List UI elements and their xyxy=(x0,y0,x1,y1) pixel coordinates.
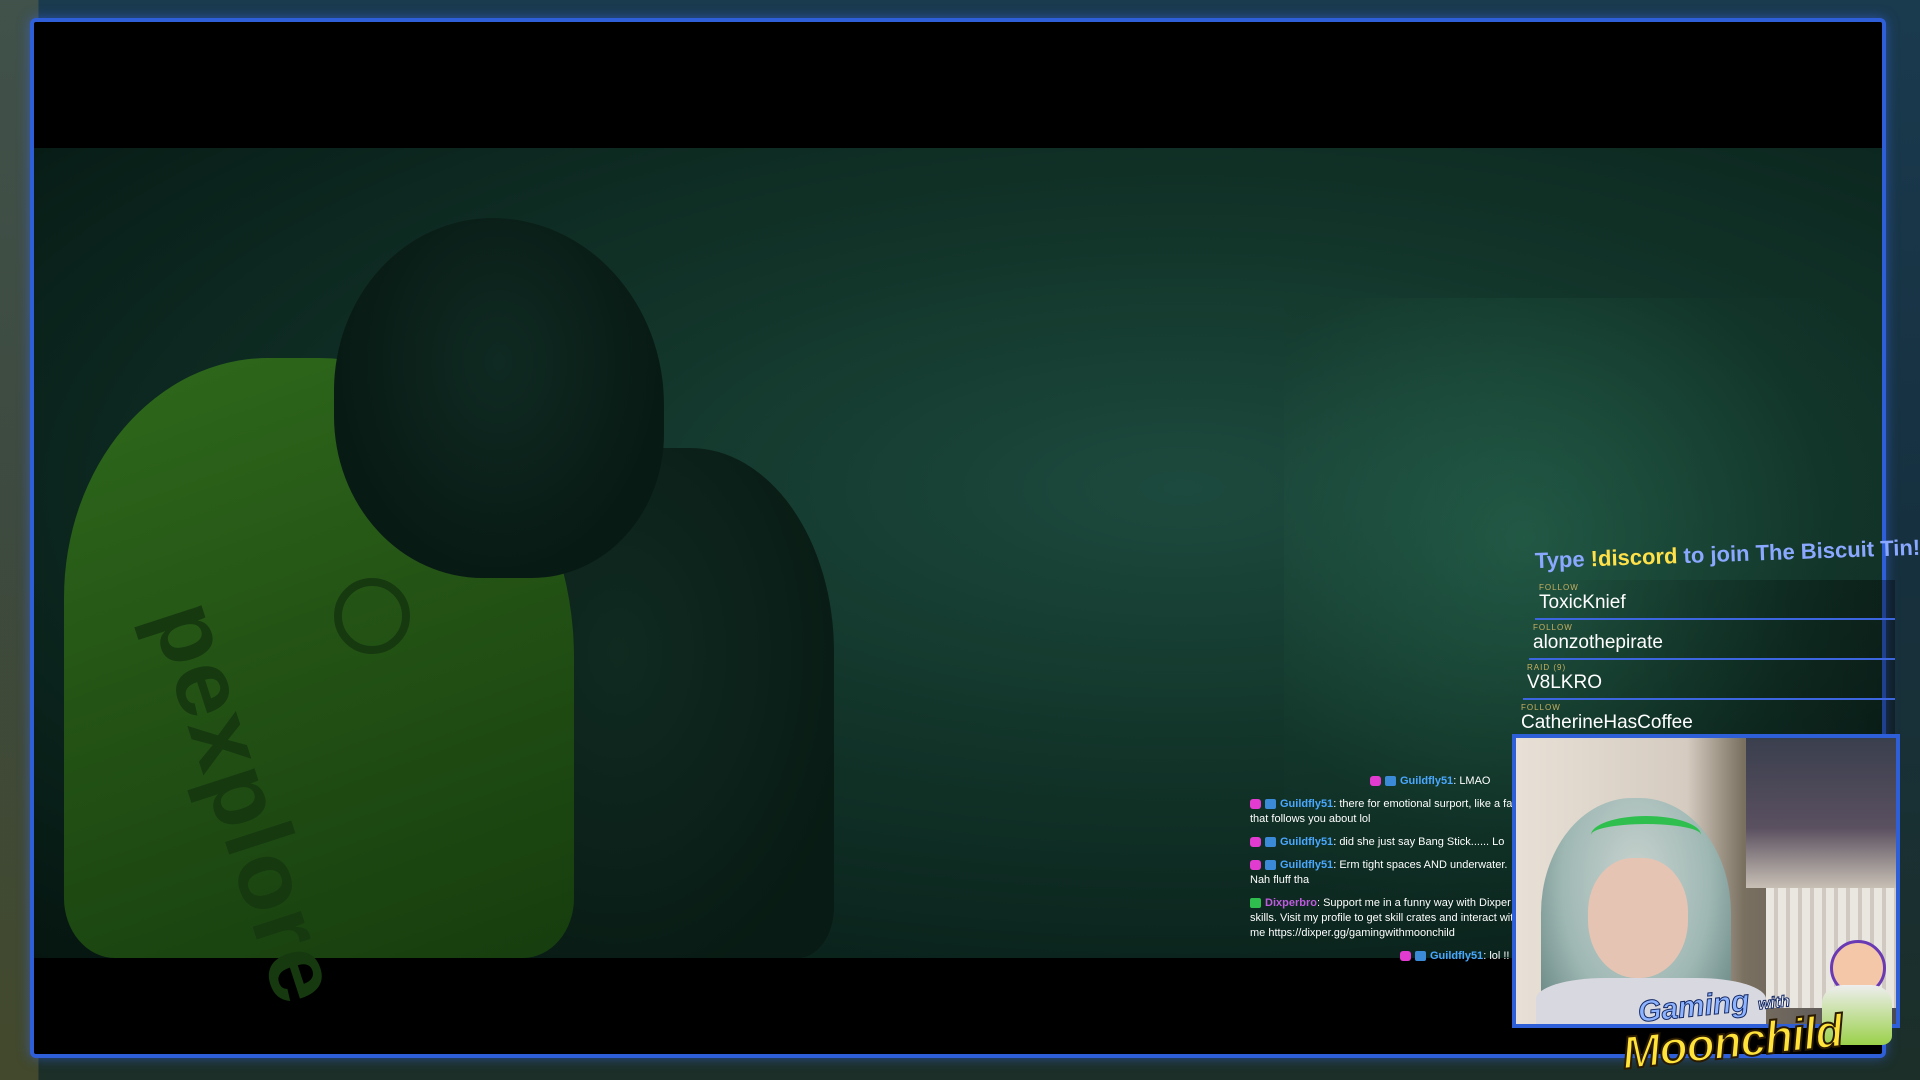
event-type: FOLLOW xyxy=(1533,623,1573,632)
sub-badge-icon xyxy=(1265,860,1276,871)
heart-badge-icon xyxy=(1370,776,1381,787)
webcam-shelf xyxy=(1746,738,1896,888)
chat-overlay: Guildfly51: LMAO Guildfly51: there for e… xyxy=(1250,774,1530,972)
chat-username: Dixperbro xyxy=(1265,897,1317,909)
chat-text: did she just say Bang Stick...... Lo xyxy=(1339,836,1505,848)
streamer-face xyxy=(1588,858,1688,978)
chat-message: Guildfly51: lol !! xyxy=(1250,949,1530,964)
heart-badge-icon xyxy=(1250,860,1261,871)
chat-message: Guildfly51: Erm tight spaces AND underwa… xyxy=(1250,859,1508,886)
event-item: FOLLOW ToxicKnief xyxy=(1535,580,1895,620)
chat-username: Guildfly51 xyxy=(1400,775,1454,787)
event-list: FOLLOW ToxicKnief FOLLOW alonzothepirate… xyxy=(1515,580,1895,740)
banner-prefix: Type xyxy=(1534,546,1592,574)
event-item: FOLLOW alonzothepirate xyxy=(1529,620,1895,660)
chat-message: Guildfly51: there for emotional surport,… xyxy=(1250,798,1520,825)
event-name: V8LKRO xyxy=(1527,672,1602,693)
sub-badge-icon xyxy=(1385,776,1396,787)
diver-head xyxy=(334,218,664,578)
headset-icon xyxy=(1591,816,1701,854)
event-type: FOLLOW xyxy=(1521,703,1561,712)
event-type: FOLLOW xyxy=(1539,583,1579,592)
banner-command: !discord xyxy=(1590,543,1678,572)
chat-username: Guildfly51 xyxy=(1280,836,1334,848)
tank-logo-icon xyxy=(334,578,410,654)
chat-username: Guildfly51 xyxy=(1280,798,1334,810)
chat-message: Guildfly51: LMAO xyxy=(1250,774,1530,789)
chat-username: Guildfly51 xyxy=(1280,859,1334,871)
heart-badge-icon xyxy=(1400,951,1411,962)
chat-message: Guildfly51: did she just say Bang Stick.… xyxy=(1250,835,1530,850)
event-name: CatherineHasCoffee xyxy=(1521,712,1693,733)
event-name: alonzothepirate xyxy=(1533,632,1663,653)
chat-text: lol !! xyxy=(1489,950,1510,962)
verified-badge-icon xyxy=(1250,898,1261,909)
chat-text: LMAO xyxy=(1459,775,1491,787)
chat-message: Dixperbro: Support me in a funny way wit… xyxy=(1250,897,1520,939)
sub-badge-icon xyxy=(1265,799,1276,810)
event-item: RAID (9) V8LKRO xyxy=(1523,660,1895,700)
sub-badge-icon xyxy=(1265,837,1276,848)
heart-badge-icon xyxy=(1250,837,1261,848)
chat-username: Guildfly51 xyxy=(1430,950,1484,962)
heart-badge-icon xyxy=(1250,799,1261,810)
event-type: RAID (9) xyxy=(1527,663,1567,672)
sub-badge-icon xyxy=(1415,951,1426,962)
event-name: ToxicKnief xyxy=(1539,592,1626,613)
